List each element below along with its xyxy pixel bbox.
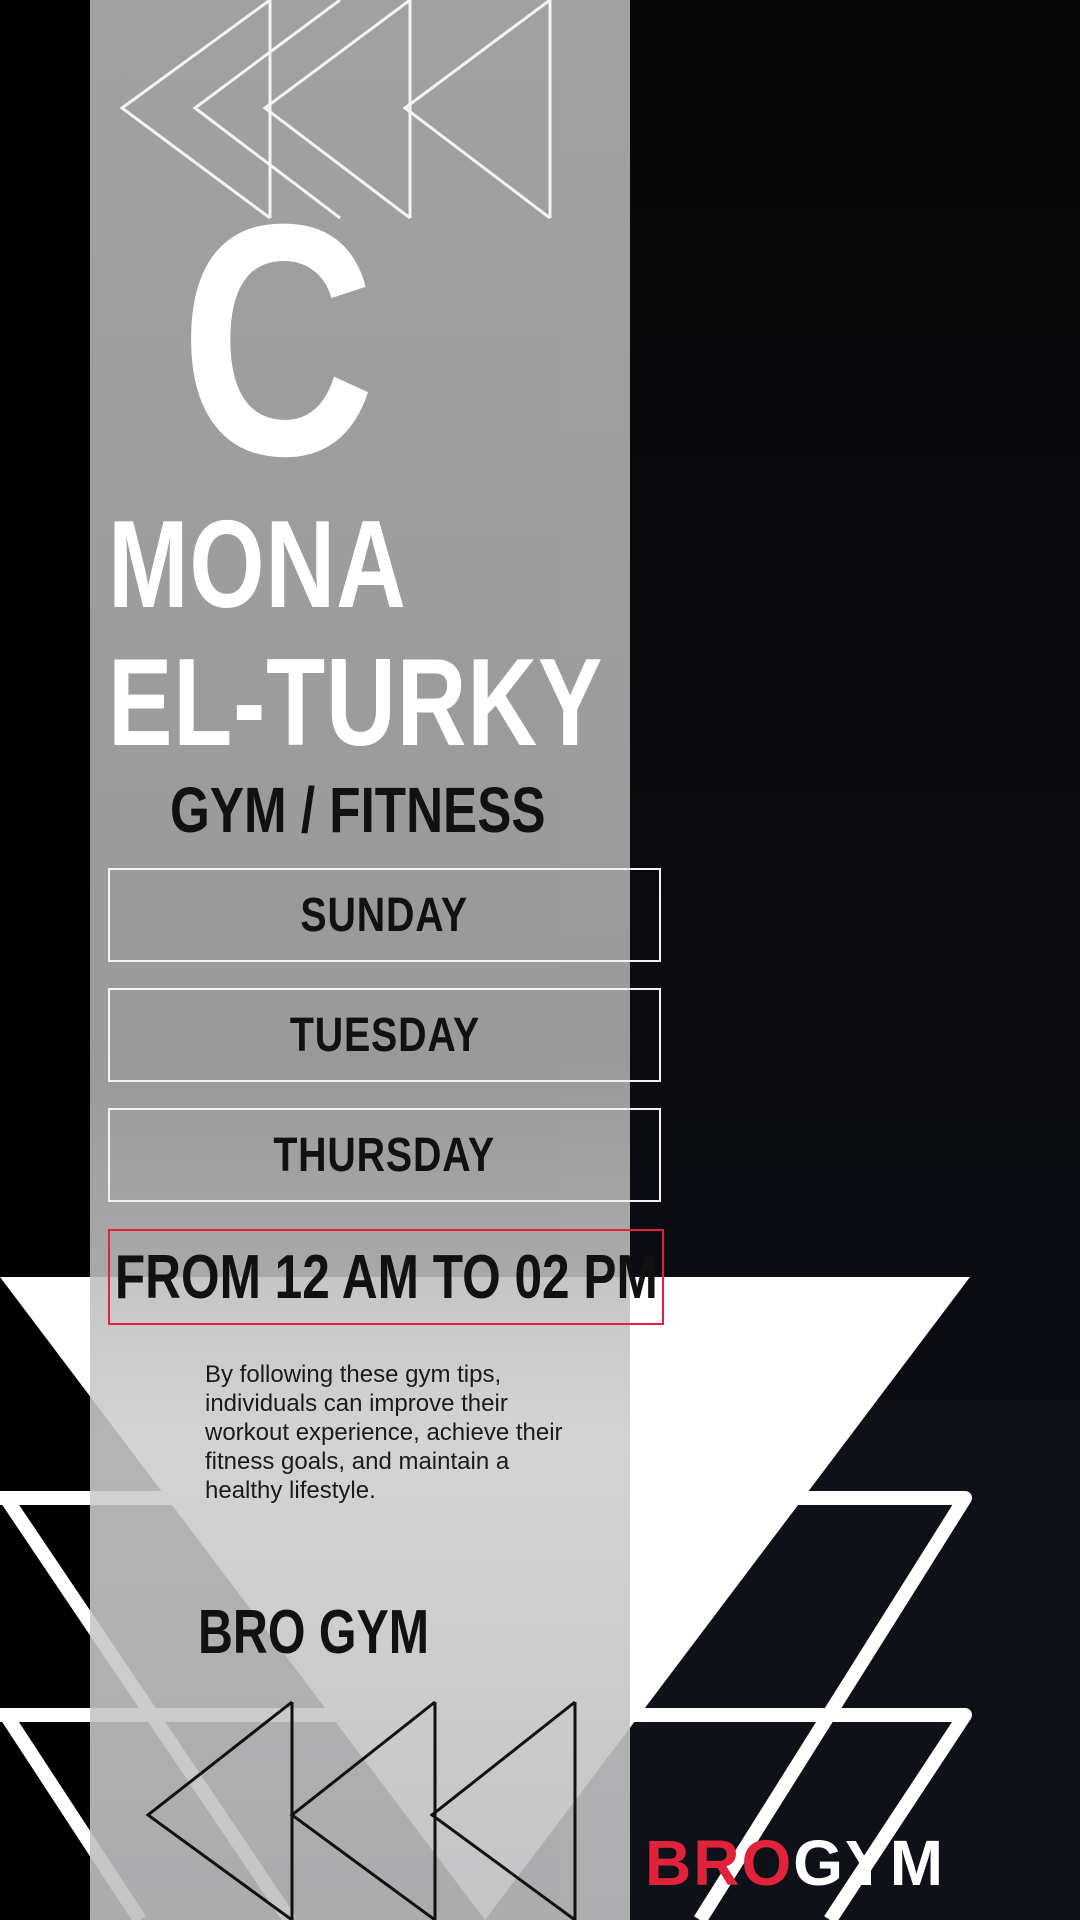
time-label: FROM 12 AM TO 02 PM <box>114 1242 658 1312</box>
trainer-first-name: MONA <box>108 496 407 634</box>
initial-letter: C <box>180 155 375 524</box>
day-box-tuesday: TUESDAY <box>108 988 661 1082</box>
time-box: FROM 12 AM TO 02 PM <box>108 1229 664 1325</box>
chevron-left-icon <box>289 1700 436 1920</box>
poster: C MONA EL-TURKY GYM / FITNESS SUNDAY TUE… <box>0 0 1080 1920</box>
logo-gym: GYM <box>793 1827 945 1899</box>
trainer-last-name: EL-TURKY <box>108 634 604 772</box>
brand-logo: BROGYM <box>645 1828 945 1898</box>
category-title: GYM / FITNESS <box>170 774 546 846</box>
brand-name: BRO GYM <box>198 1598 430 1667</box>
day-label: TUESDAY <box>289 1008 480 1062</box>
chevron-left-icon <box>429 1700 576 1920</box>
day-box-sunday: SUNDAY <box>108 868 661 962</box>
day-box-thursday: THURSDAY <box>108 1108 661 1202</box>
tips-paragraph: By following these gym tips, individuals… <box>205 1361 563 1504</box>
logo-bro: BRO <box>645 1827 794 1899</box>
day-label: THURSDAY <box>273 1128 496 1182</box>
chevron-left-icon <box>145 1700 293 1920</box>
day-label: SUNDAY <box>300 888 469 942</box>
